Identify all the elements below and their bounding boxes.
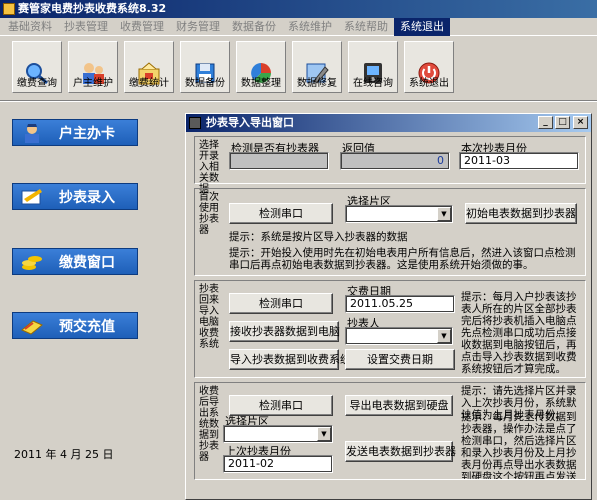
menu-basic-data[interactable]: 基础资料 — [2, 18, 58, 36]
payment-query-button[interactable]: 缴费查询 — [12, 41, 62, 93]
current-month-input[interactable]: 2011-03 — [459, 152, 579, 170]
section3-label: 抄表回来导入电脑收费系统 — [199, 284, 219, 350]
menu-system-maintenance[interactable]: 系统维护 — [282, 18, 338, 36]
section1-label: 选择开录入相关数据 — [199, 140, 219, 195]
detect-port-button-1[interactable]: 检测串口 — [229, 203, 333, 224]
dialog-icon — [189, 117, 201, 129]
init-meter-data-button[interactable]: 初始电表数据到抄表器 — [465, 203, 577, 224]
return-value-field: 0 — [340, 152, 450, 170]
sidebar-payment-window-label: 缴费窗口 — [59, 254, 115, 271]
set-pay-date-button[interactable]: 设置交费日期 — [345, 349, 455, 370]
data-organize-button[interactable]: 数据整理 — [236, 41, 286, 93]
area-select-2[interactable]: ▼ — [223, 425, 333, 443]
sidebar-payment-window-button[interactable]: 缴费窗口 — [12, 248, 138, 275]
current-date: 2011 年 4 月 25 日 — [14, 448, 114, 461]
maximize-button[interactable]: □ — [555, 116, 570, 129]
sidebar-prepay-label: 预交充值 — [59, 318, 115, 335]
menu-meter-management[interactable]: 抄表管理 — [58, 18, 114, 36]
system-exit-button[interactable]: 系统退出 — [404, 41, 454, 93]
menu-data-backup[interactable]: 数据备份 — [226, 18, 282, 36]
prepay-icon — [21, 320, 43, 335]
left-panel: 户主办卡 抄表录入 缴费窗口 预交充值 2011 年 4 月 25 日 — [0, 102, 175, 500]
menu-billing-management[interactable]: 收费管理 — [114, 18, 170, 36]
section-first-use: 首次使用抄表器 检测串口 选择片区 ▼ 初始电表数据到抄表器 提示：系统是按片区… — [194, 188, 586, 276]
menu-bar: 基础资料 抄表管理 收费管理 财务管理 数据备份 系统维护 系统帮助 系统退出 — [0, 17, 597, 36]
import-data-button[interactable]: 导入抄表数据到收费系统 — [229, 349, 351, 370]
sidebar-meter-input-button[interactable]: 抄表录入 — [12, 183, 138, 210]
app-icon — [3, 3, 15, 15]
hint-first-use: 提示：开始投入使用时先在初始电表用户所有信息后，然进入该窗口点检测串口后再点初始… — [229, 247, 576, 271]
last-month-input[interactable]: 2011-02 — [223, 455, 333, 473]
window-title: 赛管家电费抄表收费系统8.32 — [18, 2, 167, 15]
hint-import: 提示：每月入户抄表该抄表人所在的片区全部抄表完后将抄表机插入电脑点先点检测串口成… — [461, 291, 577, 375]
reader-select[interactable]: ▼ — [345, 327, 453, 345]
menu-system-help[interactable]: 系统帮助 — [338, 18, 394, 36]
chevron-down-icon[interactable]: ▼ — [317, 427, 331, 441]
close-button[interactable]: × — [573, 116, 588, 129]
toolbar: 缴费查询 户主维护 缴费统计 数据备份 数据整理 数据修复 在线咨询 系统退出 — [0, 37, 597, 97]
owner-maintain-button[interactable]: 户主维护 — [68, 41, 118, 93]
payment-window-icon — [22, 256, 42, 270]
detect-port-button-2[interactable]: 检测串口 — [229, 293, 333, 314]
payment-stats-label: 缴费统计 — [129, 78, 169, 89]
hint-area: 提示：系统是按片区导入抄表器的数据 — [229, 231, 408, 243]
owner-maintain-label: 户主维护 — [73, 78, 113, 89]
sidebar-user-card-label: 户主办卡 — [59, 125, 115, 142]
data-backup-label: 数据备份 — [185, 78, 225, 89]
data-repair-button[interactable]: 数据修复 — [292, 41, 342, 93]
data-backup-button[interactable]: 数据备份 — [180, 41, 230, 93]
chevron-down-icon[interactable]: ▼ — [437, 207, 451, 221]
main-title-bar: 赛管家电费抄表收费系统8.32 — [0, 0, 597, 18]
section2-label: 首次使用抄表器 — [199, 192, 219, 236]
pay-date-input[interactable]: 2011.05.25 — [345, 295, 455, 313]
chevron-down-icon[interactable]: ▼ — [437, 329, 451, 343]
sidebar-user-card-button[interactable]: 户主办卡 — [12, 119, 138, 146]
section-export: 收费后导出系统数据到抄表器 检测串口 选择片区 ▼ 上次抄表月份 2011-02… — [194, 382, 586, 480]
export-data-button[interactable]: 导出电表数据到硬盘 — [345, 395, 453, 416]
payment-stats-button[interactable]: 缴费统计 — [124, 41, 174, 93]
sidebar-meter-input-label: 抄表录入 — [59, 189, 115, 206]
send-data-button[interactable]: 发送电表数据到抄表器 — [345, 441, 456, 462]
dialog-title-bar: 抄表导入导出窗口 _ □ × — [186, 114, 591, 132]
online-consult-button[interactable]: 在线咨询 — [348, 41, 398, 93]
menu-finance-management[interactable]: 财务管理 — [170, 18, 226, 36]
menu-system-exit[interactable]: 系统退出 — [394, 17, 450, 36]
dialog-title: 抄表导入导出窗口 — [206, 116, 294, 129]
meter-input-icon — [21, 189, 42, 205]
data-organize-label: 数据整理 — [241, 78, 281, 89]
section4-label: 收费后导出系统数据到抄表器 — [199, 386, 219, 463]
sidebar-prepay-button[interactable]: 预交充值 — [12, 312, 138, 339]
section-import: 抄表回来导入电脑收费系统 检测串口 接收抄表器数据到电脑 导入抄表数据到收费系统… — [194, 280, 586, 378]
payment-query-label: 缴费查询 — [17, 78, 57, 89]
receive-data-button[interactable]: 接收抄表器数据到电脑 — [229, 321, 340, 342]
detect-meter-field — [229, 152, 329, 170]
section-select-data: 选择开录入相关数据 检测是否有抄表器 返回值 0 本次抄表月份 2011-03 — [194, 136, 586, 195]
area-select-1[interactable]: ▼ — [345, 205, 453, 223]
system-exit-label: 系统退出 — [409, 78, 449, 89]
data-repair-label: 数据修复 — [297, 78, 337, 89]
online-consult-label: 在线咨询 — [353, 78, 393, 89]
user-card-icon — [25, 124, 39, 143]
import-export-dialog: 抄表导入导出窗口 _ □ × 选择开录入相关数据 检测是否有抄表器 返回值 0 … — [185, 113, 592, 500]
hint-export: 提示：每月先上传数据到抄表器，操作办法是点了检测串口，然后选择片区和录入抄表月份… — [461, 411, 577, 479]
minimize-button[interactable]: _ — [538, 116, 553, 129]
